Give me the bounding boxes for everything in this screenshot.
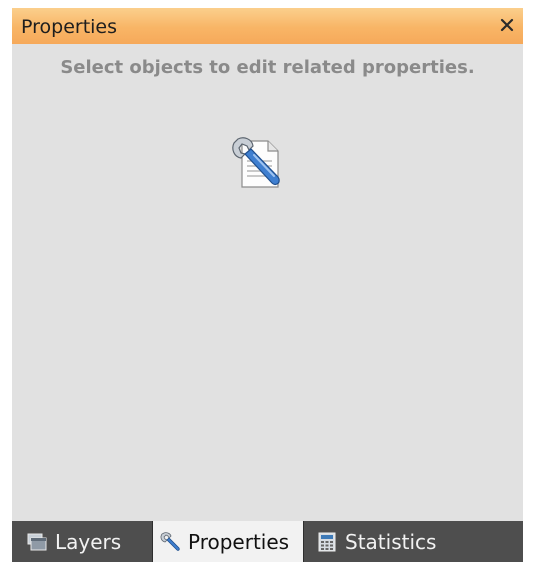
tab-layers-label: Layers: [55, 529, 122, 554]
calculator-icon: [316, 531, 338, 553]
tab-layers[interactable]: Layers: [20, 521, 150, 562]
tab-statistics-label: Statistics: [345, 529, 437, 554]
tab-statistics[interactable]: Statistics: [308, 521, 468, 562]
panel-title: Properties: [21, 16, 118, 38]
close-icon[interactable]: [495, 13, 519, 37]
properties-icon: [228, 133, 286, 195]
tab-properties[interactable]: Properties: [152, 521, 304, 562]
panel-title-bar: Properties: [12, 8, 523, 44]
empty-selection-hint: Select objects to edit related propertie…: [60, 57, 475, 78]
properties-panel: Properties Select objects to edit relate…: [12, 8, 523, 562]
wrench-icon: [159, 531, 181, 553]
tab-properties-label: Properties: [188, 529, 290, 554]
panel-tab-bar: Layers Properties Statistics: [12, 521, 523, 562]
layers-icon: [26, 531, 48, 553]
